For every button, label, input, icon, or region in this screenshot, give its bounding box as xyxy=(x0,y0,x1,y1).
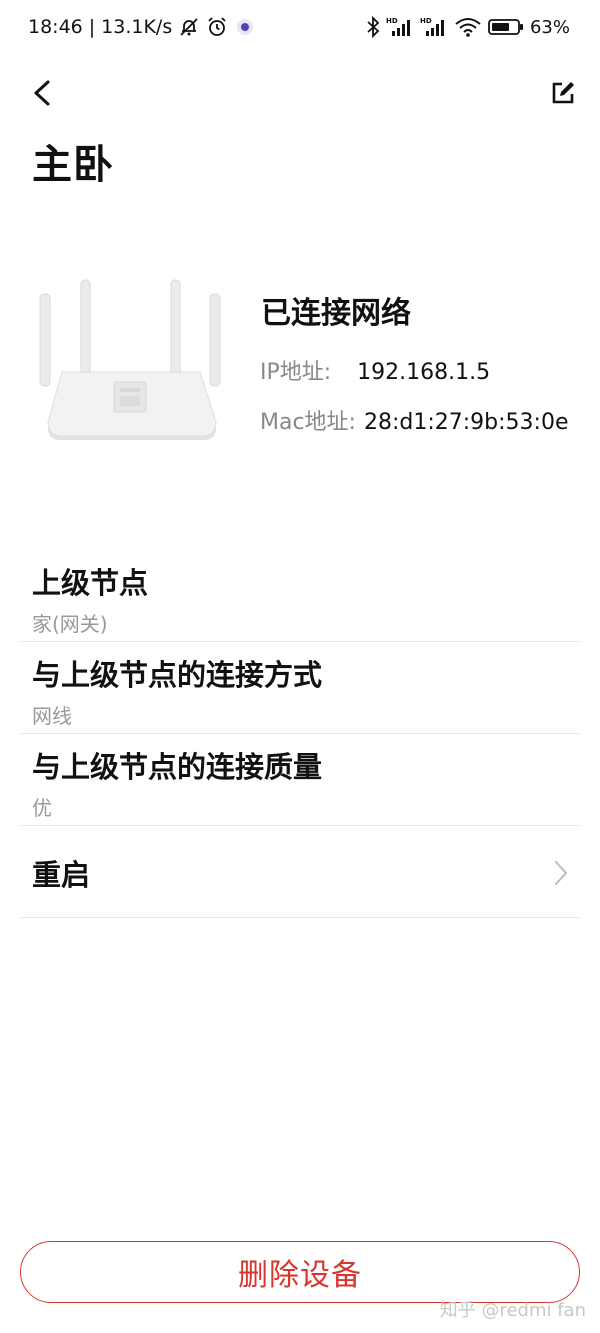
chevron-right-icon xyxy=(554,860,568,886)
list-item-connection-method: 与上级节点的连接方式 网线 xyxy=(20,642,580,734)
ip-value: 192.168.1.5 xyxy=(357,360,491,385)
ip-label: IP地址: xyxy=(260,360,332,385)
list-item-title: 上级节点 xyxy=(32,566,149,600)
watermark: 知乎 @redmi fan xyxy=(439,1300,586,1321)
list-item-subtitle: 家(网关) xyxy=(32,612,108,636)
svg-text:HD: HD xyxy=(386,17,398,25)
status-right: HD HD 63% xyxy=(366,15,570,39)
status-left: 18:46 | 13.1K/s xyxy=(28,16,256,38)
status-time: 18:46 xyxy=(28,16,83,38)
status-bar: 18:46 | 13.1K/s HD HD 63% xyxy=(0,0,600,58)
mac-label: Mac地址: xyxy=(260,410,356,435)
battery-icon xyxy=(488,16,524,38)
ip-address-row: IP地址: 192.168.1.5 xyxy=(260,354,490,386)
connection-status: 已连接网络 xyxy=(261,296,411,331)
mac-value: 28:d1:27:9b:53:0e xyxy=(363,410,569,435)
edit-button[interactable] xyxy=(550,80,576,106)
status-net-speed: 13.1K/s xyxy=(101,16,173,38)
signal-hd-icon: HD xyxy=(386,16,414,38)
battery-percent: 63% xyxy=(529,16,570,38)
list-item-subtitle: 网线 xyxy=(32,704,72,728)
list-item-title: 与上级节点的连接方式 xyxy=(32,658,323,692)
list-item-parent-node: 上级节点 家(网关) xyxy=(20,550,580,642)
page-title: 主卧 xyxy=(32,142,114,188)
mute-bell-icon xyxy=(178,16,200,38)
wifi-icon xyxy=(454,16,482,38)
bluetooth-icon xyxy=(366,15,380,39)
chevron-left-icon xyxy=(34,80,50,106)
settings-list: 上级节点 家(网关) 与上级节点的连接方式 网线 与上级节点的连接质量 优 重启 xyxy=(20,550,580,918)
mac-address-row: Mac地址: 28:d1:27:9b:53:0e xyxy=(260,404,568,436)
svg-text:HD: HD xyxy=(420,17,432,25)
edit-icon xyxy=(552,82,574,104)
alarm-icon xyxy=(206,16,228,38)
list-item-connection-quality: 与上级节点的连接质量 优 xyxy=(20,734,580,826)
list-item-title: 与上级节点的连接质量 xyxy=(32,750,323,784)
router-image xyxy=(34,276,226,442)
app-notification-icon xyxy=(234,16,256,38)
list-item-subtitle: 优 xyxy=(32,796,52,820)
list-item-restart[interactable]: 重启 xyxy=(20,826,580,918)
delete-device-label: 删除设备 xyxy=(238,1258,362,1293)
delete-device-button[interactable]: 删除设备 xyxy=(20,1241,580,1303)
signal-hd-icon: HD xyxy=(420,16,448,38)
list-item-title: 重启 xyxy=(32,858,91,892)
back-button[interactable] xyxy=(28,76,60,110)
status-separator: | xyxy=(88,16,96,38)
